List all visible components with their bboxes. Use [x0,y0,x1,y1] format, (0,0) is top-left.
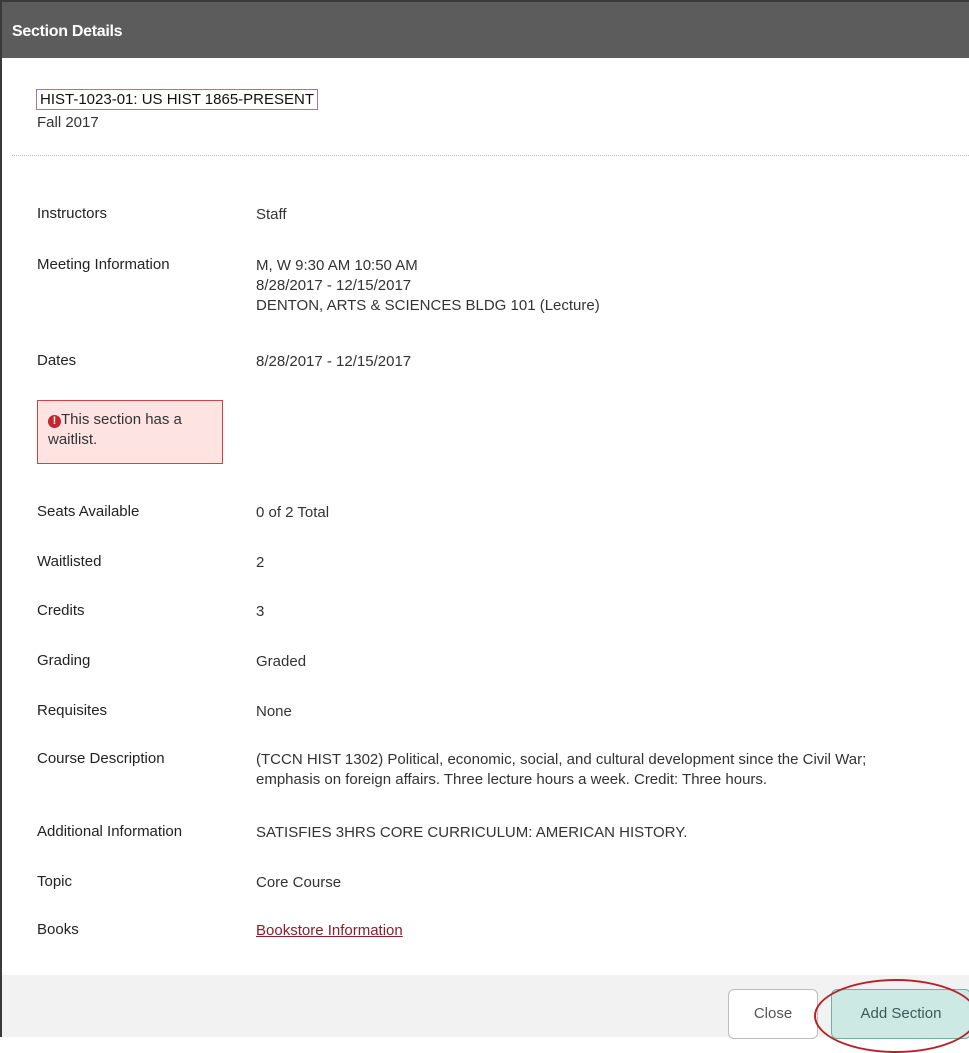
description-label: Course Description [37,750,165,767]
section-details-dialog: Section Details HIST-1023-01: US HIST 18… [0,0,969,1053]
description-value: (TCCN HIST 1302) Political, economic, so… [256,750,959,790]
description-line-2: emphasis on foreign affairs. Three lectu… [256,771,768,788]
grading-value: Graded [256,653,307,670]
waitlisted-label: Waitlisted [37,553,102,570]
exclamation-circle-icon: ! [48,415,61,428]
highlight-annotation-circle [814,979,969,1053]
waitlist-alert-text: This section has a waitlist. [48,411,182,448]
additional-info-value: SATISFIES 3HRS CORE CURRICULUM: AMERICAN… [256,824,688,841]
books-label: Books [37,921,79,938]
waitlisted-value: 2 [256,554,265,571]
additional-info-label: Additional Information [37,823,183,840]
description-line-1: (TCCN HIST 1302) Political, economic, so… [256,751,867,768]
credits-value: 3 [256,603,265,620]
waitlist-alert: ! This section has a waitlist. [37,400,223,464]
dialog-title: Section Details [2,2,969,58]
topic-label: Topic [37,873,73,890]
seats-value: 0 of 2 Total [256,504,330,521]
requisites-label: Requisites [37,702,108,719]
dates-label: Dates [37,352,77,369]
instructors-label: Instructors [37,205,108,222]
seats-label: Seats Available [37,503,140,520]
meeting-dates: 8/28/2017 - 12/15/2017 [256,277,412,294]
meeting-value: M, W 9:30 AM 10:50 AM 8/28/2017 - 12/15/… [256,256,959,316]
credits-label: Credits [37,602,85,619]
dates-value: 8/28/2017 - 12/15/2017 [256,353,412,370]
divider [12,155,969,156]
requisites-value: None [256,703,292,720]
instructors-value: Staff [256,206,287,223]
topic-value: Core Course [256,874,342,891]
close-button[interactable]: Close [728,989,818,1039]
section-term: Fall 2017 [37,114,99,131]
books-value: Bookstore Information [256,921,959,941]
meeting-label: Meeting Information [37,256,170,273]
grading-label: Grading [37,652,91,669]
meeting-location: DENTON, ARTS & SCIENCES BLDG 101 (Lectur… [256,297,600,314]
bookstore-information-link[interactable]: Bookstore Information [256,922,403,939]
meeting-days-time: M, W 9:30 AM 10:50 AM [256,257,418,274]
section-heading: HIST-1023-01: US HIST 1865-PRESENT [36,89,318,110]
